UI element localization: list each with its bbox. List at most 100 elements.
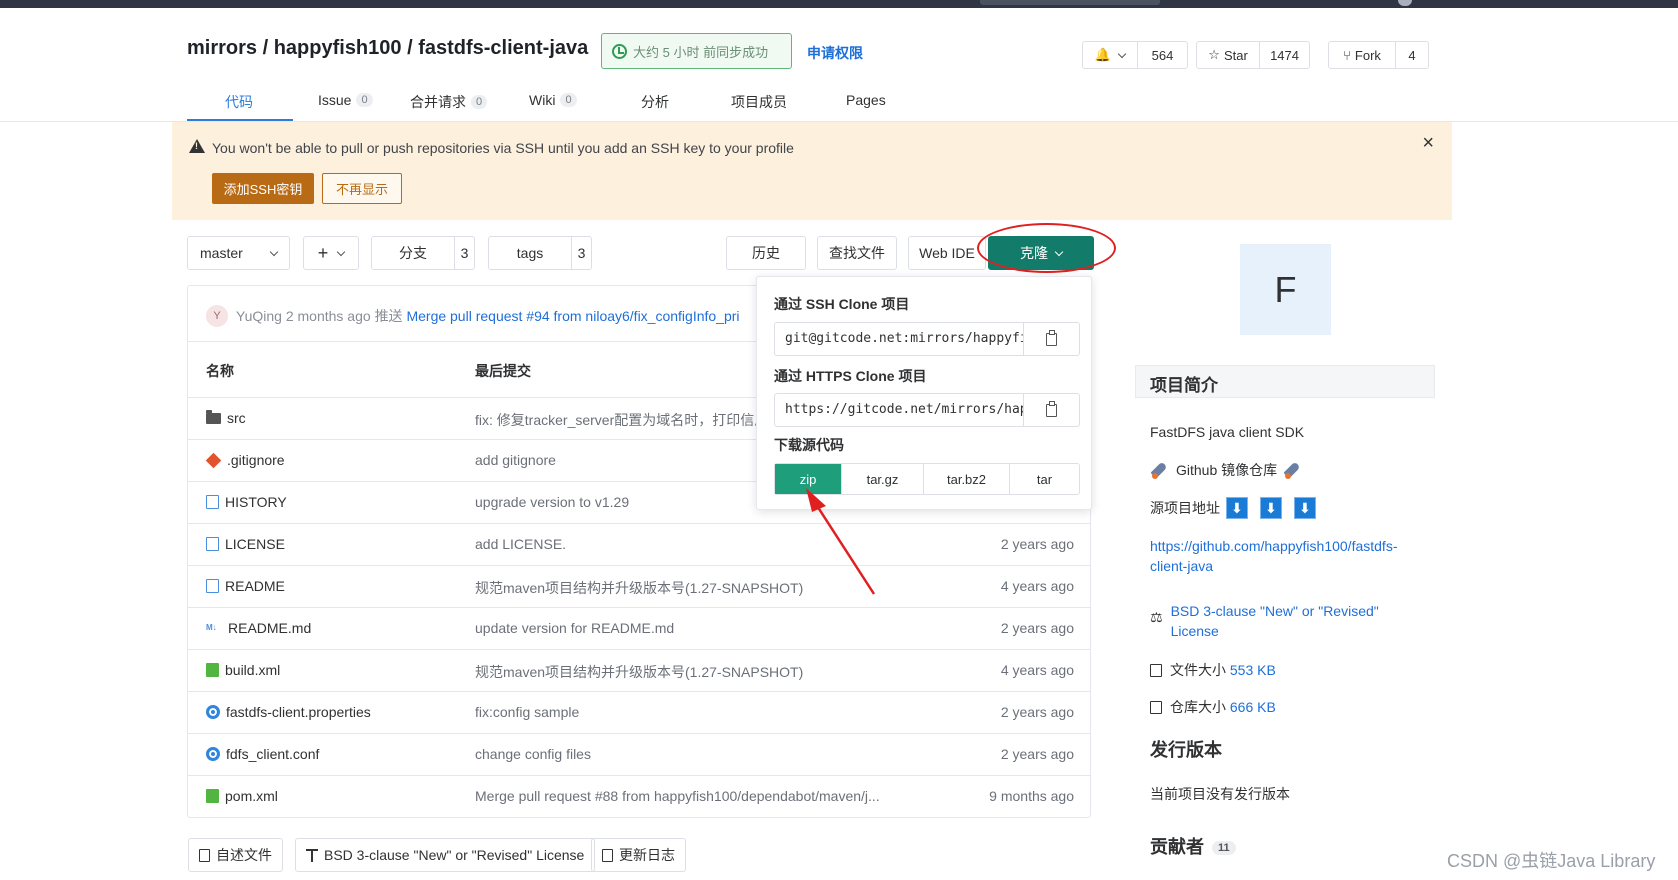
copy-https-button[interactable]: [1023, 394, 1079, 426]
ssh-url-input[interactable]: git@gitcode.net:mirrors/happyfish100/fas…: [775, 323, 1023, 355]
apply-permission-link[interactable]: 申请权限: [807, 43, 863, 63]
changelog-label: 更新日志: [619, 847, 675, 863]
table-row[interactable]: fastdfs-client.properties fix:config sam…: [188, 692, 1090, 734]
commit-message[interactable]: update version for README.md: [475, 620, 885, 636]
ssh-url-field[interactable]: git@gitcode.net:mirrors/happyfish100/fas…: [774, 322, 1080, 356]
file-name[interactable]: LICENSE: [225, 536, 285, 552]
watch-group[interactable]: 🔔 564: [1082, 41, 1188, 69]
commit-time: 2 years ago: [1000, 536, 1074, 552]
star-count[interactable]: 1474: [1259, 42, 1309, 68]
table-row[interactable]: fdfs_client.conf change config files 2 y…: [188, 734, 1090, 776]
dont-show-again-button[interactable]: 不再显示: [322, 173, 402, 204]
commit-time: 2 years ago: [1000, 704, 1074, 720]
tab-pages[interactable]: Pages: [846, 92, 886, 108]
navbar-avatar[interactable]: [1398, 0, 1412, 6]
license-button[interactable]: BSD 3-clause "New" or "Revised" License: [295, 838, 596, 872]
file-name[interactable]: HISTORY: [225, 494, 287, 510]
table-row[interactable]: build.xml 规范maven项目结构并升级版本号(1.27-SNAPSHO…: [188, 650, 1090, 692]
readme-button[interactable]: 自述文件: [188, 838, 283, 872]
file-name[interactable]: src: [227, 410, 246, 426]
avatar[interactable]: Y: [206, 305, 228, 327]
file-size-value[interactable]: 553 KB: [1230, 662, 1276, 678]
tab-merge-requests[interactable]: 合并请求 0: [410, 92, 488, 112]
table-row[interactable]: M↓ README.md update version for README.md…: [188, 608, 1090, 650]
disk-icon: [1150, 701, 1162, 714]
folder-icon: [206, 409, 221, 424]
down-arrow-icon: ⬇: [1260, 497, 1282, 519]
add-ssh-key-button[interactable]: 添加SSH密钥: [212, 173, 314, 204]
fork-icon: ⑂: [1343, 47, 1351, 63]
file-name[interactable]: build.xml: [225, 662, 280, 678]
tags-button[interactable]: tags 3: [488, 236, 592, 270]
fork-group[interactable]: ⑂ Fork 4: [1328, 41, 1429, 69]
star-icon: ☆: [1208, 47, 1220, 62]
commit-message[interactable]: 规范maven项目结构并升级版本号(1.27-SNAPSHOT): [475, 662, 885, 682]
commit-message-link[interactable]: Merge pull request #94 from niloay6/fix_…: [406, 308, 739, 324]
project-avatar: F: [1240, 244, 1331, 335]
file-size-label: 文件大小: [1170, 662, 1226, 678]
commit-author[interactable]: YuQing: [236, 308, 282, 324]
branches-label: 分支: [399, 245, 427, 261]
table-row[interactable]: LICENSE add LICENSE. 2 years ago: [188, 524, 1090, 566]
repo-title[interactable]: mirrors / happyfish100 / fastdfs-client-…: [187, 37, 588, 60]
down-arrow-icon: ⬇: [1294, 497, 1316, 519]
source-url-link[interactable]: https://github.com/happyfish100/fastdfs-…: [1150, 536, 1397, 576]
tab-wiki[interactable]: Wiki 0: [529, 92, 577, 108]
table-row[interactable]: README 规范maven项目结构并升级版本号(1.27-SNAPSHOT) …: [188, 566, 1090, 608]
branches-button[interactable]: 分支 3: [371, 236, 475, 270]
web-ide-button[interactable]: Web IDE: [908, 236, 986, 270]
add-menu-button[interactable]: +: [303, 236, 359, 270]
repo-size-value[interactable]: 666 KB: [1230, 699, 1276, 715]
commit-message[interactable]: Merge pull request #88 from happyfish100…: [475, 788, 885, 804]
history-button[interactable]: 历史: [726, 236, 806, 270]
ssh-warning-banner: You won't be able to pull or push reposi…: [172, 122, 1452, 220]
tags-label: tags: [516, 245, 544, 261]
watch-button[interactable]: 🔔: [1083, 42, 1137, 68]
bell-icon: 🔔: [1094, 47, 1112, 62]
commit-message[interactable]: change config files: [475, 746, 885, 762]
find-file-button[interactable]: 查找文件: [817, 236, 897, 270]
clipboard-icon: [1046, 400, 1057, 417]
table-row[interactable]: pom.xml Merge pull request #88 from happ…: [188, 776, 1090, 818]
tags-count: 3: [571, 237, 591, 269]
commit-time: 2 years ago: [1000, 620, 1074, 636]
file-size-line: 文件大小 553 KB: [1150, 660, 1276, 680]
down-arrow-icon: ⬇: [1226, 497, 1248, 519]
file-name[interactable]: fastdfs-client.properties: [226, 704, 371, 720]
file-name[interactable]: .gitignore: [227, 452, 285, 468]
file-name[interactable]: pom.xml: [225, 788, 278, 804]
changelog-button[interactable]: 更新日志: [591, 838, 686, 872]
license-link[interactable]: BSD 3-clause "New" or "Revised" License: [1171, 601, 1379, 641]
star-group[interactable]: ☆ Star 1474: [1196, 41, 1310, 69]
watch-count[interactable]: 564: [1137, 42, 1187, 68]
annotation-arrow: [806, 488, 876, 595]
tab-count-badge: 0: [471, 95, 488, 109]
fork-button[interactable]: ⑂ Fork: [1329, 42, 1395, 68]
file-name[interactable]: README: [225, 578, 285, 594]
github-mirror-line: Github 镜像仓库: [1150, 460, 1303, 480]
tab-analytics[interactable]: 分析: [641, 92, 669, 112]
plus-icon: +: [317, 242, 329, 263]
https-url-field[interactable]: https://gitcode.net/mirrors/happyfish100…: [774, 393, 1080, 427]
banner-message: You won't be able to pull or push reposi…: [212, 140, 794, 156]
https-url-input[interactable]: https://gitcode.net/mirrors/happyfish100…: [775, 394, 1023, 426]
download-tarbz2-button[interactable]: tar.bz2: [923, 464, 1009, 494]
gear-icon: [206, 747, 220, 761]
file-name[interactable]: README.md: [228, 620, 311, 636]
download-tar-button[interactable]: tar: [1009, 464, 1079, 494]
ssh-clone-label: 通过 SSH Clone 项目: [774, 296, 910, 312]
tab-code[interactable]: 代码: [225, 92, 253, 112]
star-button[interactable]: ☆ Star: [1197, 42, 1259, 68]
close-icon[interactable]: ×: [1422, 132, 1434, 155]
file-name[interactable]: fdfs_client.conf: [226, 746, 319, 762]
tab-members[interactable]: 项目成员: [731, 92, 787, 112]
tab-issue[interactable]: Issue 0: [318, 92, 373, 108]
license-label: BSD 3-clause "New" or "Revised" License: [324, 847, 585, 863]
fork-count[interactable]: 4: [1395, 42, 1428, 68]
commit-message[interactable]: fix:config sample: [475, 704, 885, 720]
copy-ssh-button[interactable]: [1023, 323, 1079, 355]
releases-title: 发行版本: [1150, 740, 1222, 760]
chevron-down-icon: [269, 247, 279, 256]
branch-select[interactable]: master: [187, 236, 290, 270]
navbar-search[interactable]: [980, 0, 1160, 5]
